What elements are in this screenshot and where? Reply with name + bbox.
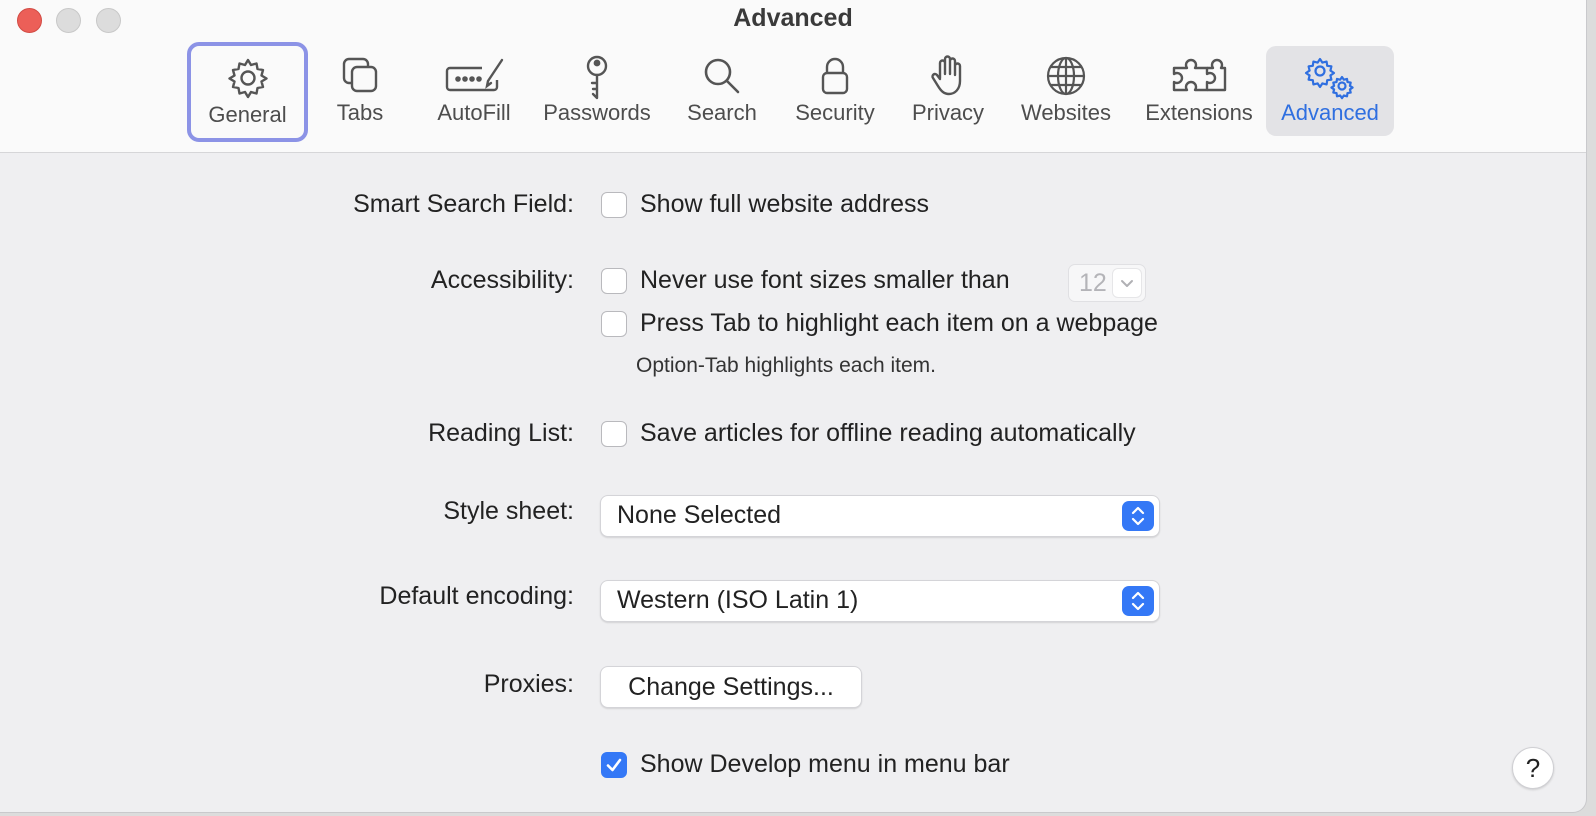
style-sheet-value: None Selected [617,501,782,529]
hand-icon [931,55,962,96]
tab-advanced[interactable]: Advanced [1266,46,1394,136]
key-icon [586,55,608,100]
tab-websites[interactable]: Websites [1010,46,1122,136]
show-full-address-text: Show full website address [640,190,930,218]
min-font-size-text: Never use font sizes smaller than [640,266,1010,294]
tab-autofill[interactable]: AutoFill [418,46,530,136]
gears-icon [1304,57,1354,100]
tab-label: AutoFill [437,100,511,125]
encoding-label: Default encoding: [379,582,574,610]
tab-tabs[interactable]: Tabs [316,46,404,136]
proxies-label: Proxies: [483,670,574,698]
checkmark-icon [606,758,622,772]
tab-highlight-checkbox[interactable] [601,311,627,337]
encoding-value: Western (ISO Latin 1) [617,586,859,614]
chevron-down-icon[interactable] [1112,268,1142,298]
style-sheet-select[interactable]: None Selected [600,495,1160,537]
min-font-size-checkbox[interactable] [601,268,627,294]
tab-label: Security [795,100,875,125]
tab-label: Search [687,100,757,125]
offline-reading-text: Save articles for offline reading automa… [640,419,1136,447]
title-bar: Advanced General Tabs AutoFill Passwords… [0,0,1586,153]
window-title: Advanced [733,4,853,32]
tab-label: Privacy [911,100,985,125]
tab-label: Advanced [1281,100,1379,125]
font-size-value: 12 [1079,269,1107,297]
preferences-window: Advanced General Tabs AutoFill Passwords… [0,0,1587,813]
smart-search-label: Smart Search Field: [353,190,574,218]
tab-label: Websites [1020,100,1112,125]
offline-reading-checkbox[interactable] [601,421,627,447]
tab-passwords[interactable]: Passwords [536,46,658,136]
tab-search[interactable]: Search [672,46,772,136]
tab-label: General [208,102,287,127]
tab-general[interactable]: General [187,42,308,142]
show-full-address-checkbox[interactable] [601,192,627,218]
magnifier-icon [704,58,740,94]
font-size-select[interactable]: 12 [1068,264,1146,302]
updown-arrows-icon [1122,586,1154,616]
autofill-icon [445,58,504,92]
tabs-icon [342,57,378,93]
develop-menu-text: Show Develop menu in menu bar [640,750,1010,778]
accessibility-label: Accessibility: [430,266,574,294]
tab-label: Extensions [1145,100,1253,125]
lock-icon [821,57,849,95]
style-sheet-label: Style sheet: [443,497,574,525]
gear-icon [227,58,268,99]
tab-label: Passwords [543,100,651,125]
reading-list-label: Reading List: [428,419,574,447]
encoding-select[interactable]: Western (ISO Latin 1) [600,580,1160,622]
tab-security[interactable]: Security [780,46,890,136]
develop-menu-checkbox[interactable] [601,752,627,778]
tab-label: Tabs [336,100,384,125]
updown-arrows-icon [1122,501,1154,531]
help-button[interactable]: ? [1512,747,1554,789]
tab-privacy[interactable]: Privacy [900,46,996,136]
tab-highlight-text: Press Tab to highlight each item on a we… [640,309,1158,337]
tab-extensions[interactable]: Extensions [1134,46,1264,136]
globe-icon [1046,56,1086,96]
puzzle-icon [1172,58,1227,92]
change-proxy-settings-button[interactable]: Change Settings... [600,666,862,708]
tab-highlight-note: Option-Tab highlights each item. [636,354,936,377]
